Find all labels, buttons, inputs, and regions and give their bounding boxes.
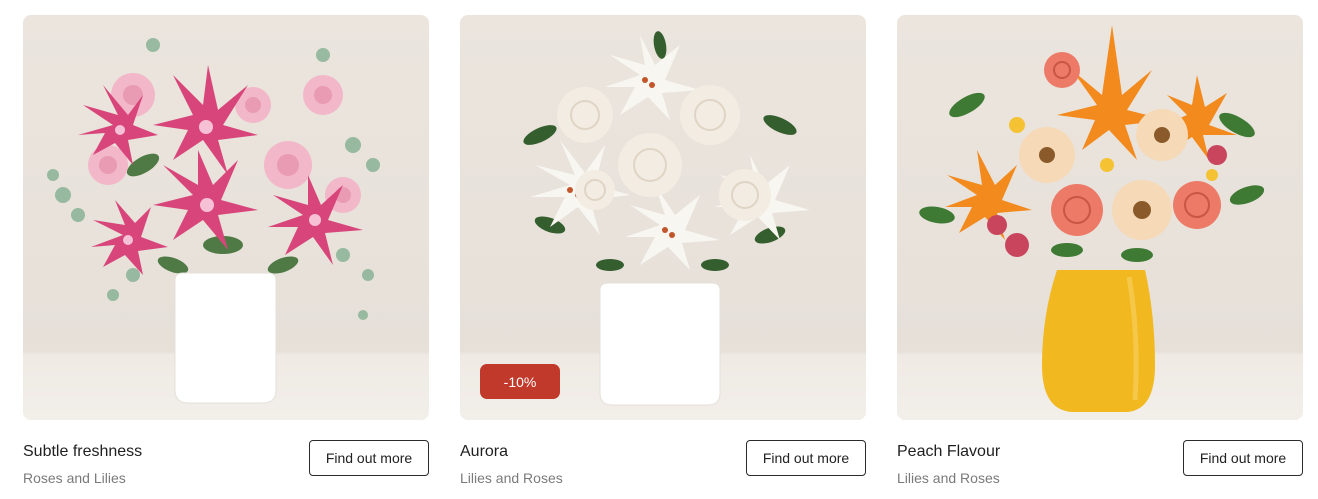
product-image[interactable] (897, 15, 1303, 420)
product-image[interactable] (23, 15, 429, 420)
product-title[interactable]: Peach Flavour (897, 443, 1000, 461)
bouquet-illustration (919, 25, 1265, 412)
product-image[interactable]: -10% (460, 15, 866, 420)
product-title[interactable]: Subtle freshness (23, 443, 142, 461)
product-subtitle: Lilies and Roses (897, 470, 1000, 486)
vase-shape (600, 283, 720, 405)
find-out-more-button[interactable]: Find out more (746, 440, 866, 476)
discount-badge: -10% (480, 364, 560, 399)
find-out-more-button[interactable]: Find out more (309, 440, 429, 476)
product-info: Subtle freshness Roses and Lilies Find o… (23, 440, 429, 495)
product-card[interactable]: -10% Aurora Lilies and Roses Find out mo… (460, 15, 866, 495)
bouquet-illustration (47, 38, 380, 404)
product-grid: Subtle freshness Roses and Lilies Find o… (0, 0, 1318, 499)
vase-shape (175, 273, 276, 403)
product-card[interactable]: Subtle freshness Roses and Lilies Find o… (23, 15, 429, 495)
product-info: Peach Flavour Lilies and Roses Find out … (897, 440, 1303, 495)
product-title[interactable]: Aurora (460, 443, 508, 461)
product-card[interactable]: Peach Flavour Lilies and Roses Find out … (897, 15, 1303, 495)
product-subtitle: Lilies and Roses (460, 470, 563, 486)
bouquet-illustration (523, 31, 810, 406)
product-subtitle: Roses and Lilies (23, 470, 126, 486)
find-out-more-button[interactable]: Find out more (1183, 440, 1303, 476)
product-info: Aurora Lilies and Roses Find out more (460, 440, 866, 495)
